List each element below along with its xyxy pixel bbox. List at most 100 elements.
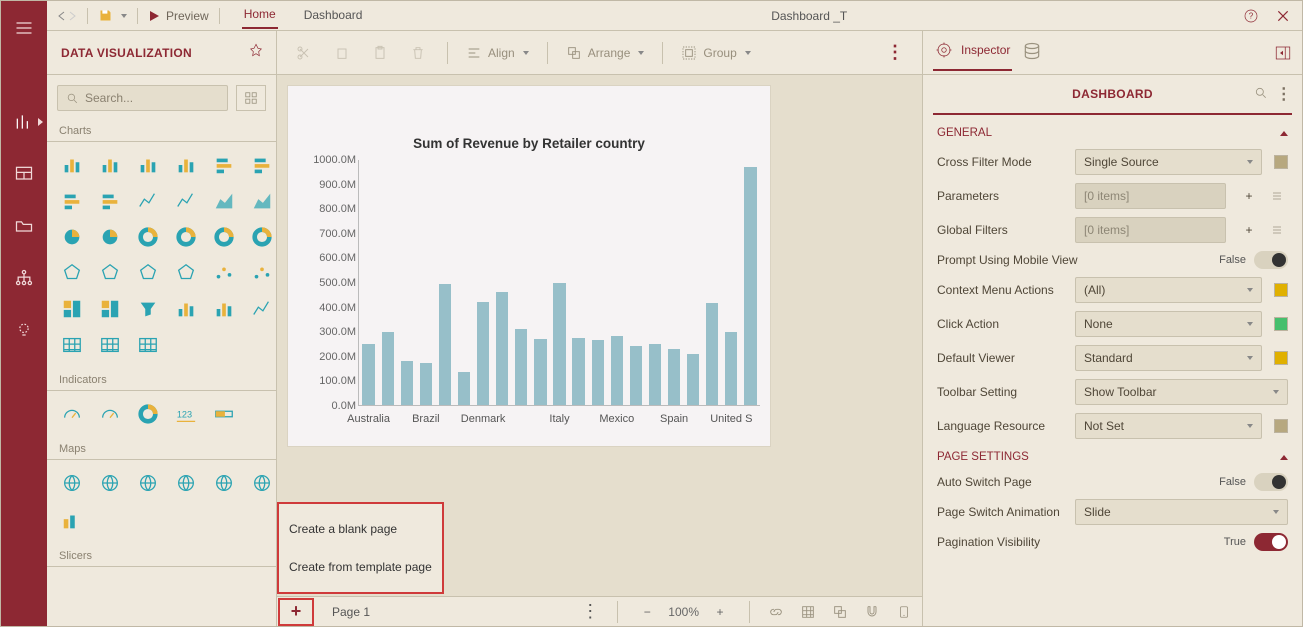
arrange-dropdown[interactable]: Arrange <box>566 45 645 61</box>
chart-type-icon[interactable] <box>95 468 125 498</box>
chart-type-icon[interactable] <box>57 186 87 216</box>
global-filters-input[interactable]: [0 items] <box>1075 217 1226 243</box>
inspector-more-icon[interactable]: ⋮ <box>1276 84 1292 104</box>
menu-item-create-blank-page[interactable]: Create a blank page <box>279 510 442 548</box>
section-page-settings[interactable]: PAGE SETTINGS <box>923 443 1302 469</box>
chart-type-icon[interactable] <box>57 294 87 324</box>
rail-folder-icon[interactable] <box>7 209 41 243</box>
collapse-inspector-icon[interactable] <box>1274 44 1292 62</box>
tab-dashboard[interactable]: Dashboard <box>302 4 365 28</box>
prev-page-button[interactable] <box>57 11 67 21</box>
chart-type-icon[interactable] <box>95 258 125 288</box>
pin-icon[interactable] <box>248 43 264 62</box>
chart-type-icon[interactable] <box>133 468 163 498</box>
chart-type-icon[interactable] <box>209 258 239 288</box>
group-dropdown[interactable]: Group <box>681 45 750 61</box>
chart-type-icon[interactable] <box>57 150 87 180</box>
grid-icon[interactable] <box>796 600 820 624</box>
zoom-out-button[interactable]: − <box>636 601 658 623</box>
zoom-in-button[interactable]: + <box>709 601 731 623</box>
save-button[interactable] <box>98 8 127 23</box>
chart-type-icon[interactable] <box>95 186 125 216</box>
rail-chart-icon[interactable] <box>7 105 41 139</box>
chart-type-icon[interactable] <box>209 222 239 252</box>
color-chip[interactable] <box>1274 419 1288 433</box>
grid-view-toggle[interactable] <box>236 85 266 111</box>
add-parameter-button[interactable]: + <box>1238 185 1260 207</box>
chart-type-icon[interactable] <box>247 222 277 252</box>
chart-type-icon[interactable] <box>247 294 277 324</box>
chart-type-icon[interactable] <box>95 294 125 324</box>
page-tab-more-icon[interactable]: ⋮ <box>571 601 609 622</box>
rail-dashboard-icon[interactable] <box>7 157 41 191</box>
link-icon[interactable] <box>764 600 788 624</box>
chart-type-icon[interactable] <box>57 468 87 498</box>
cross-filter-mode-select[interactable]: Single Source <box>1075 149 1262 175</box>
chart-type-icon[interactable] <box>133 186 163 216</box>
pagination-toggle[interactable] <box>1254 533 1288 551</box>
color-chip[interactable] <box>1274 283 1288 297</box>
default-viewer-select[interactable]: Standard <box>1075 345 1262 371</box>
chart-type-icon[interactable] <box>133 222 163 252</box>
context-menu-select[interactable]: (All) <box>1075 277 1262 303</box>
chart-type-icon[interactable] <box>133 258 163 288</box>
help-icon[interactable]: ? <box>1242 7 1260 25</box>
tab-home[interactable]: Home <box>242 3 278 29</box>
list-parameter-button[interactable] <box>1266 185 1288 207</box>
click-action-select[interactable]: None <box>1075 311 1262 337</box>
chart-type-icon[interactable] <box>171 294 201 324</box>
search-input[interactable]: Search... <box>57 85 228 111</box>
chart-type-icon[interactable] <box>171 186 201 216</box>
toolbar-more-icon[interactable]: ⋮ <box>886 42 904 63</box>
chart-type-icon[interactable] <box>57 258 87 288</box>
chart-type-icon[interactable]: 123 <box>171 399 201 429</box>
list-filter-button[interactable] <box>1266 219 1288 241</box>
preview-button[interactable]: Preview <box>148 9 209 23</box>
chart-type-icon[interactable] <box>95 330 125 360</box>
close-icon[interactable] <box>1274 7 1292 25</box>
chart-type-icon[interactable] <box>247 468 277 498</box>
section-general[interactable]: GENERAL <box>923 119 1302 145</box>
chart-type-icon[interactable] <box>133 399 163 429</box>
chart-type-icon[interactable] <box>133 330 163 360</box>
chart-type-icon[interactable] <box>57 222 87 252</box>
chart-type-icon[interactable] <box>133 294 163 324</box>
overlap-icon[interactable] <box>828 600 852 624</box>
next-page-button[interactable] <box>67 11 77 21</box>
color-chip[interactable] <box>1274 351 1288 365</box>
search-icon[interactable] <box>1254 86 1268 103</box>
parameters-input[interactable]: [0 items] <box>1075 183 1226 209</box>
chart-type-icon[interactable] <box>209 468 239 498</box>
align-dropdown[interactable]: Align <box>466 45 529 61</box>
chart-type-icon[interactable] <box>247 258 277 288</box>
design-canvas[interactable]: Sum of Revenue by Retailer country 0.0M1… <box>277 75 922 596</box>
add-filter-button[interactable]: + <box>1238 219 1260 241</box>
color-chip[interactable] <box>1274 155 1288 169</box>
add-page-button[interactable]: + <box>278 598 314 626</box>
tab-inspector[interactable]: Inspector <box>933 35 1012 71</box>
language-resource-select[interactable]: Not Set <box>1075 413 1262 439</box>
prompt-mobile-toggle[interactable] <box>1254 251 1288 269</box>
tab-data-icon[interactable] <box>1020 35 1044 71</box>
chart-type-icon[interactable] <box>247 186 277 216</box>
chart-type-icon[interactable] <box>57 399 87 429</box>
hamburger-icon[interactable] <box>7 11 41 45</box>
chart-type-icon[interactable] <box>95 399 125 429</box>
chart-type-icon[interactable] <box>57 506 87 536</box>
page-switch-anim-select[interactable]: Slide <box>1075 499 1288 525</box>
chart-type-icon[interactable] <box>171 222 201 252</box>
chart-type-icon[interactable] <box>171 258 201 288</box>
chart-type-icon[interactable] <box>209 294 239 324</box>
color-chip[interactable] <box>1274 317 1288 331</box>
chart-type-icon[interactable] <box>133 150 163 180</box>
rail-bulb-icon[interactable] <box>7 313 41 347</box>
mobile-icon[interactable] <box>892 600 916 624</box>
page-tab-1[interactable]: Page 1 <box>314 601 388 623</box>
chart-type-icon[interactable] <box>209 150 239 180</box>
toolbar-setting-select[interactable]: Show Toolbar <box>1075 379 1288 405</box>
chart-type-icon[interactable] <box>209 399 239 429</box>
chart-type-icon[interactable] <box>209 186 239 216</box>
chart-type-icon[interactable] <box>57 330 87 360</box>
chart-card[interactable]: Sum of Revenue by Retailer country 0.0M1… <box>287 85 771 447</box>
auto-switch-toggle[interactable] <box>1254 473 1288 491</box>
